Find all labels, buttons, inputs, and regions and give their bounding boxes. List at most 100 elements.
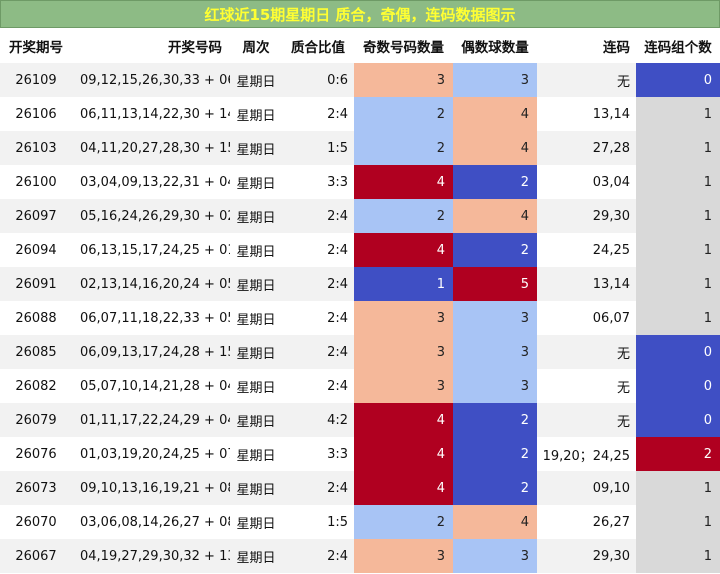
cell-even-count: 4 <box>453 97 537 131</box>
cell-odd-count: 3 <box>354 539 453 573</box>
cell-weekday: 星期日 <box>236 380 276 396</box>
cell-odd-count: 4 <box>354 437 453 471</box>
cell-period: 26097 <box>15 208 57 224</box>
cell-odd-count: 3 <box>354 63 453 97</box>
cell-consecutive-count: 1 <box>636 505 720 539</box>
table-row: 26103 04,11,20,27,28,30 + 15 星期日 1:5 2 4 27,28… <box>0 131 720 165</box>
cell-numbers: 01,03,19,20,24,25 + 07 <box>80 446 230 462</box>
cell-weekday: 星期日 <box>236 142 276 158</box>
table-row: 26109 09,12,15,26,30,33 + 06 星期日 0:6 3 3 无 0 <box>0 63 720 97</box>
cell-weekday: 星期日 <box>236 108 276 124</box>
table-row: 26088 06,07,11,18,22,33 + 05 星期日 2:4 3 3 06,07… <box>0 301 720 335</box>
cell-odd-count: 2 <box>354 131 453 165</box>
cell-period: 26109 <box>15 72 57 88</box>
table-title: 红球近15期星期日 质合，奇偶，连码数据图示 <box>0 0 720 28</box>
cell-period: 26079 <box>15 412 57 428</box>
cell-consecutive: 无 <box>616 380 630 396</box>
table-row: 26082 05,07,10,14,21,28 + 04 星期日 2:4 3 3 无 0 <box>0 369 720 403</box>
cell-even-count: 3 <box>453 369 537 403</box>
cell-period: 26070 <box>15 514 57 530</box>
cell-weekday: 星期日 <box>236 312 276 328</box>
cell-ratio: 3:3 <box>327 174 348 190</box>
cell-weekday: 星期日 <box>236 210 276 226</box>
cell-weekday: 星期日 <box>236 550 276 566</box>
cell-odd-count: 2 <box>354 505 453 539</box>
cell-consecutive: 13,14 <box>592 276 630 292</box>
cell-period: 26094 <box>15 242 57 258</box>
cell-period: 26103 <box>15 140 57 156</box>
cell-consecutive: 09,10 <box>592 480 630 496</box>
cell-odd-count: 1 <box>354 267 453 301</box>
cell-numbers: 06,07,11,18,22,33 + 05 <box>80 310 230 326</box>
cell-weekday: 星期日 <box>236 176 276 192</box>
cell-odd-count: 3 <box>354 369 453 403</box>
cell-odd-count: 3 <box>354 335 453 369</box>
cell-even-count: 4 <box>453 505 537 539</box>
cell-ratio: 2:4 <box>327 208 348 224</box>
cell-consecutive-count: 1 <box>636 267 720 301</box>
cell-consecutive: 19,20；24,25 <box>542 448 630 464</box>
cell-odd-count: 4 <box>354 233 453 267</box>
cell-consecutive-count: 0 <box>636 63 720 97</box>
table-row: 26094 06,13,15,17,24,25 + 01 星期日 2:4 4 2 24,25… <box>0 233 720 267</box>
cell-ratio: 0:6 <box>327 72 348 88</box>
cell-weekday: 星期日 <box>236 278 276 294</box>
cell-odd-count: 4 <box>354 403 453 437</box>
cell-consecutive: 24,25 <box>592 242 630 258</box>
cell-even-count: 2 <box>453 403 537 437</box>
cell-numbers: 04,11,20,27,28,30 + 15 <box>80 140 230 156</box>
cell-consecutive-count: 1 <box>636 199 720 233</box>
cell-period: 26106 <box>15 106 57 122</box>
cell-consecutive-count: 0 <box>636 369 720 403</box>
cell-weekday: 星期日 <box>236 448 276 464</box>
cell-ratio: 2:4 <box>327 548 348 564</box>
cell-numbers: 06,13,15,17,24,25 + 01 <box>80 242 230 258</box>
cell-ratio: 3:3 <box>327 446 348 462</box>
lottery-table: 开奖期号 开奖号码 周次 质合比值 奇数号码数量 偶数球数量 连码 连码组个数 … <box>0 29 720 573</box>
cell-even-count: 4 <box>453 131 537 165</box>
cell-ratio: 1:5 <box>327 140 348 156</box>
cell-period: 26091 <box>15 276 57 292</box>
cell-consecutive: 29,30 <box>592 548 630 564</box>
cell-even-count: 2 <box>453 437 537 471</box>
cell-numbers: 04,19,27,29,30,32 + 13 <box>80 548 230 564</box>
cell-even-count: 2 <box>453 165 537 199</box>
cell-period: 26088 <box>15 310 57 326</box>
cell-numbers: 05,16,24,26,29,30 + 02 <box>80 208 230 224</box>
cell-consecutive-count: 1 <box>636 471 720 505</box>
cell-ratio: 2:4 <box>327 310 348 326</box>
cell-numbers: 05,07,10,14,21,28 + 04 <box>80 378 230 394</box>
cell-period: 26082 <box>15 378 57 394</box>
cell-weekday: 星期日 <box>236 74 276 90</box>
cell-numbers: 09,12,15,26,30,33 + 06 <box>80 72 230 88</box>
header-numbers: 开奖号码 <box>72 29 230 63</box>
cell-odd-count: 4 <box>354 165 453 199</box>
cell-period: 26076 <box>15 446 57 462</box>
cell-consecutive-count: 1 <box>636 97 720 131</box>
cell-consecutive-count: 1 <box>636 301 720 335</box>
cell-numbers: 03,04,09,13,22,31 + 04 <box>80 174 230 190</box>
table-row: 26076 01,03,19,20,24,25 + 07 星期日 3:3 4 2 19,20… <box>0 437 720 471</box>
table-row: 26100 03,04,09,13,22,31 + 04 星期日 3:3 4 2 03,04… <box>0 165 720 199</box>
cell-odd-count: 3 <box>354 301 453 335</box>
table-row: 26106 06,11,13,14,22,30 + 14 星期日 2:4 2 4 13,14… <box>0 97 720 131</box>
cell-period: 26067 <box>15 548 57 564</box>
cell-consecutive-count: 0 <box>636 335 720 369</box>
cell-ratio: 4:2 <box>327 412 348 428</box>
table-row: 26070 03,06,08,14,26,27 + 08 星期日 1:5 2 4 26,27… <box>0 505 720 539</box>
table-row: 26097 05,16,24,26,29,30 + 02 星期日 2:4 2 4 29,30… <box>0 199 720 233</box>
cell-even-count: 2 <box>453 233 537 267</box>
cell-consecutive: 26,27 <box>592 514 630 530</box>
cell-consecutive: 29,30 <box>592 208 630 224</box>
cell-numbers: 06,11,13,14,22,30 + 14 <box>80 106 230 122</box>
header-weekday: 周次 <box>230 29 282 63</box>
cell-ratio: 2:4 <box>327 480 348 496</box>
header-period: 开奖期号 <box>0 29 72 63</box>
cell-weekday: 星期日 <box>236 516 276 532</box>
cell-period: 26085 <box>15 344 57 360</box>
cell-ratio: 2:4 <box>327 378 348 394</box>
cell-even-count: 3 <box>453 63 537 97</box>
header-consecutive: 连码 <box>537 29 636 63</box>
cell-even-count: 2 <box>453 471 537 505</box>
cell-weekday: 星期日 <box>236 414 276 430</box>
